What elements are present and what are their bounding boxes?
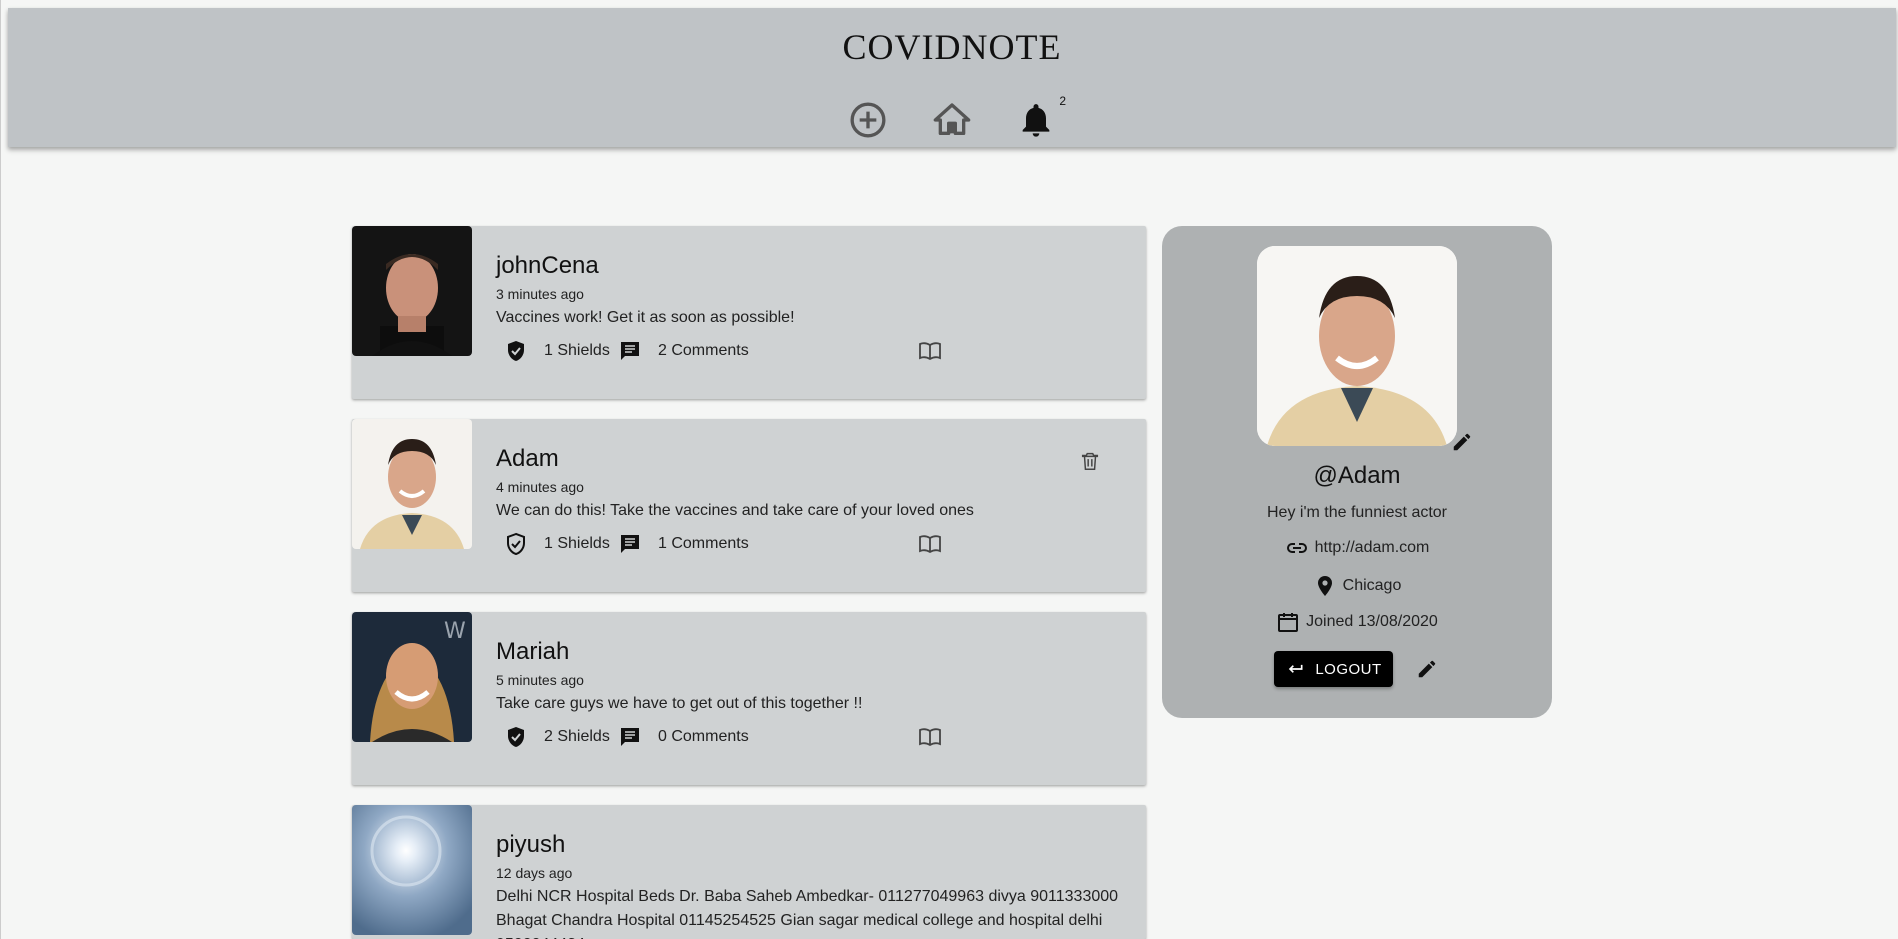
comments-action[interactable]: 1 Comments: [618, 532, 749, 556]
open-post-button[interactable]: [918, 339, 942, 363]
book-icon: [919, 728, 941, 747]
app-title: COVIDNOTE: [842, 27, 1062, 67]
pencil-icon: [1418, 660, 1436, 678]
window-edge: [0, 0, 1, 939]
pencil-icon: [1453, 433, 1471, 451]
comment-icon: [621, 535, 639, 553]
shields-count: 2 Shields: [544, 728, 610, 745]
shield-action[interactable]: 1 Shields: [504, 532, 610, 556]
user-avatar[interactable]: [352, 226, 472, 356]
book-icon: [919, 535, 941, 554]
svg-text:W: W: [444, 619, 466, 644]
notifications-button[interactable]: 2: [1012, 94, 1066, 144]
post-timestamp: 3 minutes ago: [496, 286, 584, 302]
user-avatar[interactable]: W: [352, 612, 472, 742]
add-circle-icon: [850, 102, 886, 138]
edit-avatar-button[interactable]: [1442, 422, 1482, 462]
user-avatar[interactable]: [352, 805, 472, 935]
post-card: Adam 4 minutes ago We can do this! Take …: [352, 419, 1146, 592]
post-card: johnCena 3 minutes ago Vaccines work! Ge…: [352, 226, 1146, 399]
post-body: Take care guys we have to get out of thi…: [496, 695, 863, 712]
shield-action[interactable]: 1 Shields: [504, 339, 610, 363]
comments-count: 1 Comments: [658, 535, 749, 552]
comment-icon: [621, 728, 639, 746]
comments-count: 0 Comments: [658, 728, 749, 745]
open-post-button[interactable]: [918, 725, 942, 749]
post-username[interactable]: piyush: [496, 831, 565, 859]
shield-action[interactable]: 2 Shields: [504, 725, 610, 749]
home-button[interactable]: [928, 96, 976, 144]
notification-badge: 2: [1059, 94, 1066, 108]
delete-post-button[interactable]: [1070, 441, 1110, 481]
shields-count: 1 Shields: [544, 535, 610, 552]
comments-action[interactable]: 0 Comments: [618, 725, 749, 749]
profile-location: Chicago: [1342, 577, 1402, 594]
profile-handle[interactable]: @Adam: [1162, 462, 1552, 490]
post-username[interactable]: Mariah: [496, 638, 569, 666]
profile-bio: Hey i'm the funniest actor: [1266, 504, 1448, 521]
post-timestamp: 12 days ago: [496, 865, 573, 881]
profile-card: @Adam Hey i'm the funniest actor http://…: [1162, 226, 1552, 718]
trash-icon: [1081, 452, 1099, 470]
link-icon: [1286, 543, 1307, 553]
shield-check-icon: [508, 727, 524, 747]
bell-icon: [1022, 104, 1050, 137]
calendar-icon: [1278, 613, 1299, 632]
home-icon: [933, 103, 971, 135]
profile-joined-row: Joined 13/08/2020: [1162, 610, 1552, 634]
post-timestamp: 4 minutes ago: [496, 479, 584, 495]
profile-website-row: http://adam.com: [1162, 536, 1552, 560]
comment-icon: [621, 342, 639, 360]
edit-profile-button[interactable]: [1407, 649, 1447, 689]
profile-location-row: Chicago: [1162, 574, 1552, 598]
location-pin-icon: [1317, 576, 1332, 596]
profile-website-link[interactable]: http://adam.com: [1315, 539, 1430, 557]
post-body: We can do this! Take the vaccines and ta…: [496, 502, 974, 519]
add-post-button[interactable]: [844, 96, 892, 144]
comments-count: 2 Comments: [658, 342, 749, 359]
post-card: piyush 12 days ago Delhi NCR Hospital Be…: [352, 805, 1146, 939]
post-card: W Mariah 5 minutes ago Take care guys we…: [352, 612, 1146, 785]
profile-joined: Joined 13/08/2020: [1306, 613, 1438, 630]
app-bar: COVIDNOTE 2: [8, 8, 1896, 147]
shield-outline-icon: [507, 532, 525, 556]
logout-label: LOGOUT: [1315, 660, 1382, 678]
open-post-button[interactable]: [918, 532, 942, 556]
user-avatar[interactable]: [352, 419, 472, 549]
top-strip: [0, 0, 1898, 8]
return-arrow-icon: [1289, 664, 1303, 673]
profile-avatar: [1257, 246, 1457, 446]
post-body: Delhi NCR Hospital Beds Dr. Baba Saheb A…: [496, 888, 1119, 939]
post-username[interactable]: Adam: [496, 445, 559, 473]
post-body: Vaccines work! Get it as soon as possibl…: [496, 309, 795, 326]
comments-action[interactable]: 2 Comments: [618, 339, 749, 363]
logout-button[interactable]: LOGOUT: [1274, 651, 1393, 687]
shields-count: 1 Shields: [544, 342, 610, 359]
post-username[interactable]: johnCena: [496, 252, 599, 280]
shield-check-icon: [508, 341, 524, 361]
book-icon: [919, 342, 941, 361]
post-timestamp: 5 minutes ago: [496, 672, 584, 688]
